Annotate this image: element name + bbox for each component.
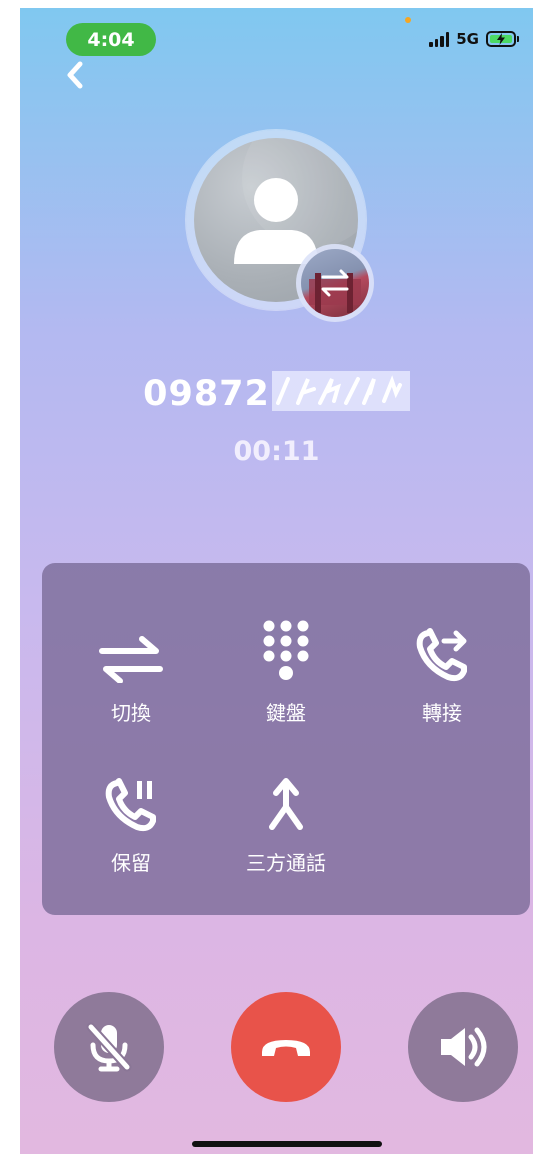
status-icons: 5G (429, 30, 519, 48)
merge-call-icon (269, 778, 303, 830)
mic-off-icon (86, 1022, 132, 1072)
call-timer: 00:11 (233, 436, 320, 467)
caller-number: 09872 (20, 371, 533, 415)
privacy-indicator (405, 17, 411, 23)
merge-call-label: 三方通話 (246, 851, 326, 875)
speaker-button[interactable] (408, 992, 518, 1102)
battery-charging-icon (486, 31, 516, 47)
swap-button[interactable]: 切換 (71, 613, 191, 726)
swap-label: 切換 (111, 701, 151, 725)
network-type: 5G (456, 30, 479, 48)
hang-up-icon (262, 1040, 310, 1056)
end-call-button[interactable] (231, 992, 341, 1102)
redacted-digits (271, 371, 410, 411)
second-caller-avatar[interactable] (296, 244, 374, 322)
call-controls-panel: 切換 鍵盤 轉接 保留 三方通話 (42, 563, 530, 915)
signal-icon (429, 31, 450, 47)
home-indicator[interactable] (192, 1141, 382, 1147)
transfer-label: 轉接 (422, 701, 462, 725)
call-transfer-icon (416, 628, 467, 682)
status-time[interactable]: 4:04 (66, 23, 156, 56)
swap-arrows-icon (99, 636, 163, 683)
hold-label: 保留 (111, 851, 151, 875)
keypad-icon (263, 620, 309, 680)
keypad-button[interactable]: 鍵盤 (226, 613, 346, 726)
transfer-button[interactable]: 轉接 (382, 613, 502, 726)
mute-button[interactable] (54, 992, 164, 1102)
hold-button[interactable]: 保留 (71, 763, 191, 876)
caller-number-text: 09872 (143, 374, 270, 414)
back-button[interactable] (60, 58, 90, 92)
call-screen: 4:04 5G 09872 00:11 切換 鍵盤 轉接 保留 三方通話 (20, 8, 533, 1154)
speaker-icon (441, 1027, 487, 1067)
keypad-label: 鍵盤 (266, 701, 306, 725)
merge-call-button[interactable]: 三方通話 (226, 763, 346, 876)
call-hold-icon (105, 778, 156, 832)
swap-indicator-icon (309, 269, 361, 313)
chevron-left-icon (67, 61, 83, 89)
